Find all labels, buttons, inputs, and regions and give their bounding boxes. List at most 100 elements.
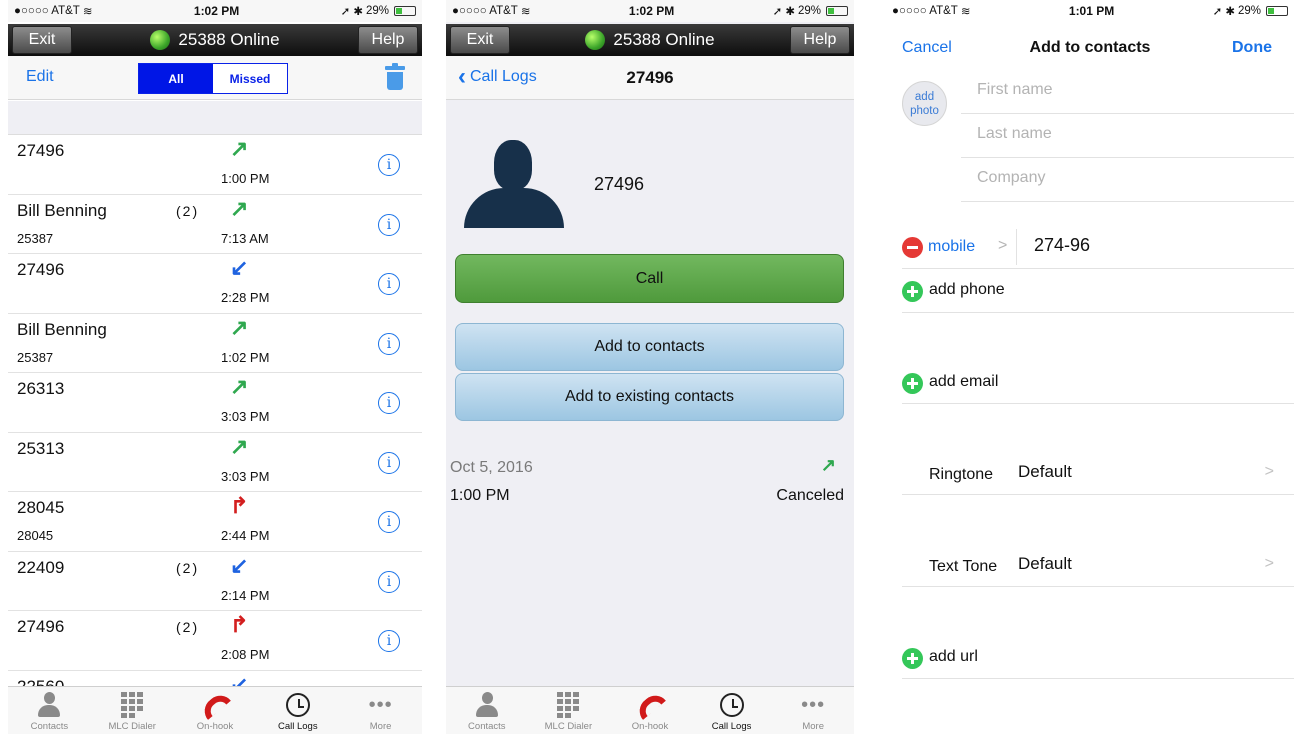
caller-name: 27496 bbox=[17, 260, 65, 279]
ringtone-row[interactable]: Ringtone Default > bbox=[902, 451, 1294, 495]
wifi-icon: ≋ bbox=[520, 6, 531, 18]
text-tone-row[interactable]: Text Tone Default > bbox=[902, 543, 1294, 587]
company-field[interactable]: Company bbox=[961, 158, 1294, 202]
tab-mlc-dialer[interactable]: MLC Dialer bbox=[91, 687, 174, 734]
info-icon[interactable]: i bbox=[378, 570, 400, 593]
tab-on-hook[interactable]: On-hook bbox=[609, 687, 691, 734]
first-name-field[interactable]: First name bbox=[961, 70, 1294, 114]
help-button[interactable]: Help bbox=[357, 26, 418, 54]
caller-name: 22409 bbox=[17, 557, 65, 577]
trash-icon[interactable] bbox=[385, 63, 405, 90]
call-time: 1:00 PM bbox=[221, 171, 270, 186]
tab-on-hook[interactable]: On-hook bbox=[174, 687, 257, 734]
tab-call-logs[interactable]: Call Logs bbox=[256, 687, 339, 734]
info-icon[interactable]: i bbox=[378, 213, 400, 236]
online-dot-icon bbox=[585, 30, 606, 50]
add-email-label: add email bbox=[929, 373, 999, 390]
phone-hangup-icon bbox=[198, 689, 231, 721]
add-contact-navbar: Cancel Add to contacts Done bbox=[886, 30, 1294, 66]
add-to-existing-contacts-button[interactable]: Add to existing contacts bbox=[455, 373, 844, 421]
battery-icon bbox=[1265, 6, 1288, 16]
outgoing-arrow-icon: ↗ bbox=[230, 433, 249, 459]
phone-number-field[interactable]: 274-96 bbox=[1034, 235, 1090, 256]
add-contact-screen: ●○○○○ AT&T ≋ 1:01 PM ➚ ✱ 29% Cancel Add to … bbox=[886, 0, 1294, 734]
carrier-label: ●○○○○ AT&T bbox=[892, 5, 958, 17]
clock-label: 1:02 PM bbox=[628, 4, 675, 18]
tab-contacts[interactable]: Contacts bbox=[8, 687, 91, 734]
add-photo-button[interactable]: add photo bbox=[902, 81, 947, 126]
caller-name: 28045 bbox=[17, 498, 65, 517]
tab-bar: Contacts MLC Dialer On-hook Call Logs ••• Mor… bbox=[8, 686, 422, 734]
tab-more[interactable]: ••• More bbox=[772, 687, 854, 734]
tab-label: Call Logs bbox=[711, 721, 752, 732]
tab-mlc-dialer[interactable]: MLC Dialer bbox=[528, 687, 610, 734]
info-icon[interactable]: i bbox=[378, 511, 400, 533]
call-count: (2) bbox=[176, 619, 200, 635]
exit-button[interactable]: Exit bbox=[450, 26, 510, 54]
clock-label: 1:01 PM bbox=[1068, 4, 1115, 18]
call-time: 2:14 PM bbox=[221, 587, 270, 603]
caller-name: 26313 bbox=[17, 379, 65, 398]
call-log-row[interactable]: 26313 ↗ 3:03 PM i bbox=[8, 373, 422, 433]
chevron-right-icon: > bbox=[998, 237, 1008, 254]
add-email-row[interactable]: add email bbox=[902, 369, 1294, 404]
call-log-row[interactable]: Bill Benning 25387 (2) ↗ 7:13 AM i bbox=[8, 194, 422, 254]
call-time: 7:13 AM bbox=[221, 230, 269, 246]
tab-label: Contacts bbox=[468, 721, 506, 732]
info-icon[interactable]: i bbox=[378, 332, 400, 355]
status-bar: ●○○○○ AT&T ≋ 1:01 PM ➚ ✱ 29% bbox=[886, 0, 1294, 22]
tab-contacts[interactable]: Contacts bbox=[446, 687, 528, 734]
help-button[interactable]: Help bbox=[789, 26, 850, 54]
call-log-row[interactable]: 27496 (2) ↱ 2:08 PM i bbox=[8, 611, 422, 671]
segment-missed[interactable]: Missed bbox=[213, 64, 287, 93]
info-icon[interactable]: i bbox=[378, 392, 400, 414]
call-log-row[interactable]: 22409 (2) ↙ 2:14 PM i bbox=[8, 551, 422, 611]
info-icon[interactable]: i bbox=[378, 273, 400, 295]
call-log-row[interactable]: 25313 ↗ 3:03 PM i bbox=[8, 432, 422, 492]
call-button[interactable]: Call bbox=[455, 254, 844, 303]
tab-label: More bbox=[802, 721, 824, 732]
add-url-row[interactable]: add url bbox=[902, 644, 1294, 679]
incoming-arrow-icon: ↙ bbox=[230, 552, 249, 578]
wifi-icon: ≋ bbox=[960, 6, 971, 18]
done-button[interactable]: Done bbox=[1232, 39, 1272, 57]
call-log-screen: ●○○○○ AT&T ≋ 1:02 PM ➚ ✱ 29% Exit 25388 Onl… bbox=[8, 0, 422, 734]
tab-call-logs[interactable]: Call Logs bbox=[691, 687, 773, 734]
add-phone-label: add phone bbox=[929, 281, 1005, 298]
call-log-row[interactable]: Bill Benning 25387 ↗ 1:02 PM i bbox=[8, 313, 422, 373]
add-phone-row[interactable]: add phone bbox=[902, 277, 1294, 313]
call-log-row[interactable]: 27496 ↗ 1:00 PM i bbox=[8, 135, 422, 195]
call-log-row[interactable]: 27496 ↙ 2:28 PM i bbox=[8, 254, 422, 314]
call-log-list: 27496 ↗ 1:00 PM i Bill Benning 25387 (2) ↗ 7:13 … bbox=[8, 135, 422, 686]
add-url-label: add url bbox=[929, 648, 978, 665]
tab-label: On-hook bbox=[631, 721, 669, 732]
edit-button[interactable]: Edit bbox=[26, 68, 54, 86]
call-count: (2) bbox=[176, 559, 200, 576]
caller-name: Bill Benning bbox=[17, 200, 107, 220]
call-log-row[interactable]: 22560↙i bbox=[8, 670, 422, 686]
clock-icon bbox=[719, 689, 744, 721]
online-status: 25388 Online bbox=[585, 30, 715, 50]
call-log-row[interactable]: 28045 28045 ↱ 2:44 PM i bbox=[8, 492, 422, 552]
info-icon[interactable]: i bbox=[378, 451, 400, 474]
online-dot-icon bbox=[150, 30, 171, 50]
list-header-spacer bbox=[8, 101, 422, 135]
status-bar: ●○○○○ AT&T ≋ 1:02 PM ➚ ✱ 29% bbox=[8, 0, 422, 22]
remove-phone-icon[interactable] bbox=[902, 237, 923, 258]
wifi-icon: ≋ bbox=[82, 6, 93, 18]
info-icon[interactable]: i bbox=[378, 154, 400, 176]
add-to-contacts-button[interactable]: Add to contacts bbox=[455, 323, 844, 371]
contacts-icon bbox=[38, 689, 61, 721]
add-url-icon bbox=[902, 648, 923, 669]
info-icon[interactable]: i bbox=[378, 630, 400, 652]
missed-arrow-icon: ↱ bbox=[230, 493, 249, 518]
exit-button[interactable]: Exit bbox=[12, 26, 72, 54]
location-icon: ➚ bbox=[340, 6, 351, 18]
last-name-field[interactable]: Last name bbox=[961, 114, 1294, 158]
segment-all[interactable]: All bbox=[139, 64, 213, 93]
log-date: Oct 5, 2016 bbox=[450, 459, 533, 476]
tab-more[interactable]: ••• More bbox=[339, 687, 422, 734]
phone-label-selector[interactable]: mobile bbox=[928, 238, 975, 256]
tab-label: MLC Dialer bbox=[544, 721, 593, 732]
phone-hangup-icon bbox=[633, 689, 666, 721]
